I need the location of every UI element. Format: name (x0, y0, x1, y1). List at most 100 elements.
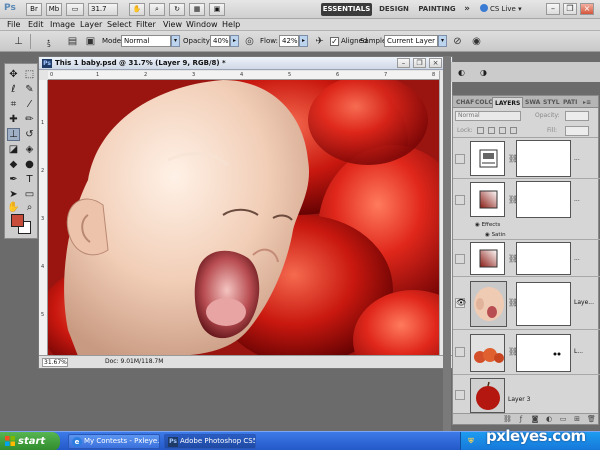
minimize-button[interactable]: – (546, 3, 560, 15)
menu-filter[interactable]: Filter (136, 19, 156, 31)
document-title-bar[interactable]: Ps This 1 baby.psd @ 31.7% (Layer 9, RGB… (39, 57, 452, 70)
tab-layers[interactable]: LAYERS (492, 97, 524, 108)
satin-effect-row[interactable]: ◉ Satin (485, 232, 506, 238)
layer-visibility-toggle[interactable] (455, 254, 465, 264)
history-brush-tool-icon[interactable]: ↺ (23, 128, 36, 141)
layer-visibility-toggle[interactable] (455, 390, 465, 400)
new-group-icon[interactable]: ▭ (559, 416, 567, 423)
layer-name[interactable]: Layer 3 (508, 396, 530, 403)
eraser-tool-icon[interactable]: ◪ (7, 143, 20, 156)
workspace-essentials-button[interactable]: ESSENTIALS (321, 3, 372, 16)
layer-thumbnail[interactable] (470, 242, 505, 275)
close-button[interactable]: × (580, 3, 594, 15)
adjustments-panel-icon[interactable]: ◑ (477, 66, 490, 79)
document-size-info[interactable]: Doc: 9.01M/118.7M (105, 358, 163, 365)
layer-thumbnail[interactable] (470, 378, 505, 413)
taskbar-item-photoshop[interactable]: Ps Adobe Photoshop CS5 (164, 434, 256, 449)
more-workspaces-button[interactable]: » (461, 3, 473, 16)
layer-thumbnail[interactable] (470, 334, 505, 372)
bridge-button[interactable]: Br (26, 3, 42, 16)
foreground-color-swatch[interactable] (11, 214, 24, 227)
workspace-design-button[interactable]: DESIGN (378, 3, 410, 16)
move-tool-icon[interactable]: ✥ (7, 68, 20, 81)
workspace-painting-button[interactable]: PAINTING (417, 3, 457, 16)
layer-name[interactable]: L... (574, 348, 583, 355)
layer-mask-thumbnail[interactable] (516, 140, 571, 177)
shape-tool-icon[interactable]: ▭ (23, 188, 36, 201)
layer-row[interactable]: ⛓ ... (453, 241, 600, 277)
layer-row[interactable]: Layer 3 (453, 376, 600, 414)
mode-select[interactable]: Normal (121, 35, 171, 47)
brush-tool-icon[interactable]: ✏ (23, 113, 36, 126)
eyedropper-tool-icon[interactable]: ⁄ (23, 98, 36, 111)
layer-mask-thumbnail[interactable] (516, 334, 571, 372)
pressure-size-icon[interactable]: ◉ (470, 35, 483, 48)
horizontal-ruler[interactable]: 0 1 2 3 4 5 6 7 8 (48, 71, 440, 80)
zoom-percentage-field[interactable]: 31.67% (42, 358, 68, 367)
sample-select[interactable]: Current Layer (384, 35, 438, 47)
start-button[interactable]: start (0, 432, 60, 450)
marquee-tool-icon[interactable]: ⬚ (23, 68, 36, 81)
zoom-tool-button[interactable]: ⌕ (149, 3, 165, 16)
opacity-input[interactable]: 40% (210, 35, 230, 47)
layer-name[interactable]: ... (574, 155, 580, 162)
hand-tool-button[interactable]: ✋ (129, 3, 145, 16)
path-selection-tool-icon[interactable]: ➤ (7, 188, 20, 201)
layer-mask-thumbnail[interactable] (516, 282, 571, 326)
brush-panel-icon[interactable]: ▤ (66, 35, 79, 48)
pen-tool-icon[interactable]: ✒ (7, 173, 20, 186)
clone-source-icon[interactable]: ▣ (84, 35, 97, 48)
image-canvas[interactable] (48, 80, 440, 356)
layer-row[interactable]: 👁 ⛓ Laye... (453, 278, 600, 330)
layer-thumbnail[interactable] (470, 182, 505, 217)
shield-icon[interactable]: ⛨ (466, 436, 476, 446)
eye-icon[interactable]: 👁 (455, 298, 466, 308)
new-layer-icon[interactable]: ⊞ (573, 416, 581, 423)
hand-tool-icon[interactable]: ✋ (7, 201, 20, 214)
sample-dropdown-arrow[interactable]: ▾ (438, 35, 447, 47)
menu-layer[interactable]: Layer (80, 19, 102, 31)
effects-row[interactable]: ◉ Effects (475, 222, 500, 228)
cs-live-menu[interactable]: CS Live ▾ (480, 3, 540, 16)
screen-mode-button[interactable]: ▣ (209, 3, 225, 16)
link-layers-icon[interactable]: ⛓ (503, 416, 512, 423)
lock-image-icon[interactable] (488, 127, 495, 134)
arrange-documents-button[interactable]: ▦ (189, 3, 205, 16)
mini-bridge-button[interactable]: Mb (46, 3, 62, 16)
tab-paths[interactable]: PATI (561, 97, 579, 108)
panel-dock-divider[interactable] (443, 56, 451, 431)
taskbar-item-browser[interactable]: e My Contests - Pxleye... (68, 434, 160, 449)
opacity-dropdown-arrow[interactable]: ▸ (230, 35, 239, 47)
lock-all-icon[interactable] (510, 127, 517, 134)
lock-transparent-icon[interactable] (477, 127, 484, 134)
menu-select[interactable]: Select (107, 19, 132, 31)
new-adjustment-icon[interactable]: ◐ (545, 416, 553, 423)
pressure-opacity-icon[interactable]: ◎ (243, 35, 256, 48)
layer-row[interactable]: ⛓ ... ◉ Effects ◉ Satin (453, 180, 600, 240)
crop-tool-icon[interactable]: ⌗ (7, 98, 20, 111)
blend-mode-select[interactable]: Normal (455, 111, 521, 121)
doc-minimize-button[interactable]: – (397, 58, 410, 68)
menu-image[interactable]: Image (50, 19, 75, 31)
fill-input[interactable] (565, 126, 589, 136)
lock-position-icon[interactable] (499, 127, 506, 134)
dodge-tool-icon[interactable]: ● (23, 158, 36, 171)
airbrush-icon[interactable]: ✈ (313, 35, 326, 48)
menu-help[interactable]: Help (222, 19, 240, 31)
zoom-level-dropdown[interactable]: 31.7 (88, 3, 118, 16)
restore-button[interactable]: ❐ (563, 3, 577, 15)
quick-selection-tool-icon[interactable]: ✎ (23, 83, 36, 96)
doc-restore-button[interactable]: ❐ (413, 58, 426, 68)
vertical-ruler[interactable]: 1 2 3 4 5 (39, 80, 48, 356)
layer-style-icon[interactable]: ƒ (517, 416, 525, 423)
ignore-adjustment-layers-icon[interactable]: ⊘ (451, 35, 464, 48)
layer-row[interactable]: ⛓ L... (453, 331, 600, 375)
healing-brush-tool-icon[interactable]: ✚ (7, 113, 20, 126)
color-panel-icon[interactable]: ◐ (455, 66, 468, 79)
layer-visibility-toggle[interactable] (455, 347, 465, 357)
tab-swatches[interactable]: SWA (523, 97, 542, 108)
rotate-view-button[interactable]: ↻ (169, 3, 185, 16)
paint-bucket-tool-icon[interactable]: ◈ (23, 143, 36, 156)
doc-close-button[interactable]: × (429, 58, 442, 68)
mode-dropdown-arrow[interactable]: ▾ (171, 35, 180, 47)
